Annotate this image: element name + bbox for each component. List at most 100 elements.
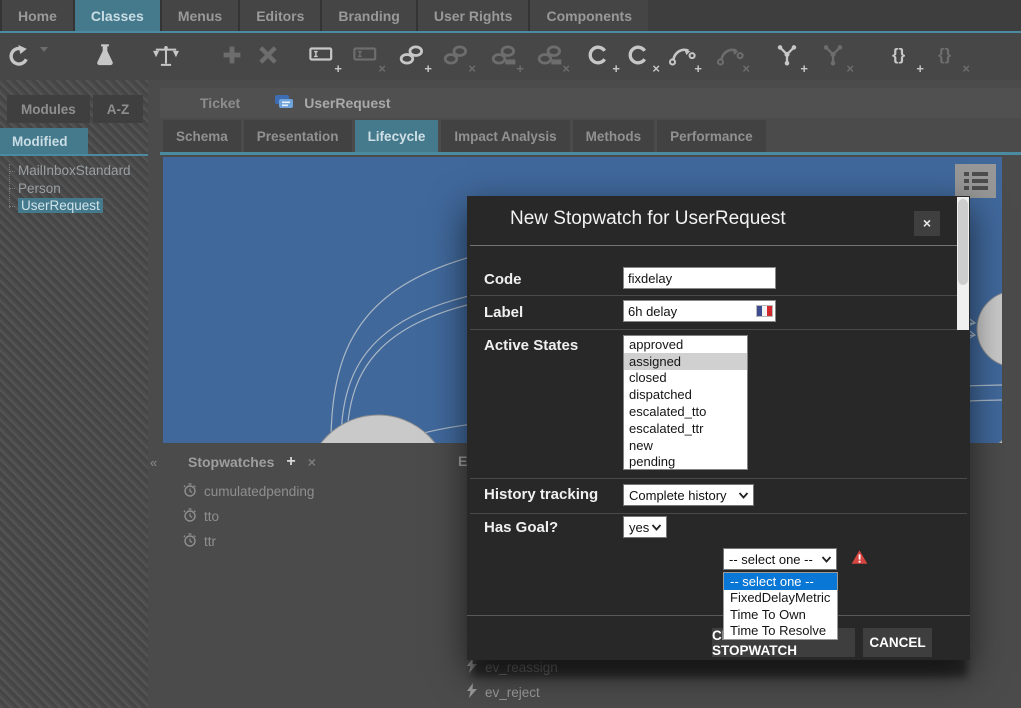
divider	[467, 615, 970, 616]
label-input[interactable]	[623, 300, 776, 322]
active-state-option[interactable]: closed	[624, 370, 747, 387]
goal-option[interactable]: Time To Own	[724, 606, 837, 623]
class-tree-item[interactable]: UserRequest	[8, 197, 148, 215]
close-dialog-button[interactable]: ×	[914, 211, 940, 236]
active-state-option[interactable]: escalated_ttr	[624, 420, 747, 437]
stopwatch-item[interactable]: cumulatedpending	[183, 483, 314, 500]
stopwatch-item[interactable]: ttr	[183, 533, 216, 550]
delete-state-button[interactable]: ×	[626, 41, 658, 73]
history-tracking-label: History tracking	[484, 486, 598, 503]
test-flask-button[interactable]	[92, 41, 124, 73]
sidebar-tab[interactable]: Modules	[7, 95, 90, 123]
application-window: HomeClassesMenusEditorsBrandingUser Righ…	[0, 0, 1021, 708]
class-tree-item[interactable]: MailInboxStandard	[8, 162, 148, 180]
add-node-button[interactable]: +	[774, 41, 806, 73]
goal-option[interactable]: -- select one --	[724, 573, 837, 590]
undo-button[interactable]	[6, 41, 38, 73]
add-transition-button[interactable]: +	[668, 41, 700, 73]
class-tab[interactable]: Presentation	[244, 120, 352, 152]
divider	[470, 478, 967, 479]
diagram-legend-button[interactable]	[955, 164, 996, 198]
breadcrumb-class-name: UserRequest	[304, 95, 390, 111]
chevron-down-icon	[738, 491, 749, 500]
active-state-option[interactable]: new	[624, 437, 747, 454]
cross-badge-icon: ×	[846, 62, 854, 75]
event-item[interactable]: ev_reject	[466, 683, 540, 701]
class-tab[interactable]: Impact Analysis	[441, 120, 569, 152]
add-link-button[interactable]: +	[398, 41, 430, 73]
cross-badge-icon: ×	[652, 62, 660, 75]
nav-tab[interactable]: Branding	[320, 0, 415, 31]
nav-tab[interactable]: Components	[528, 0, 648, 31]
active-state-option[interactable]: pending	[624, 454, 747, 470]
delete-node-button[interactable]: ×	[820, 41, 852, 73]
stopwatches-title: Stopwatches	[188, 454, 274, 470]
delete-link-button[interactable]: ×	[442, 41, 474, 73]
nav-tab[interactable]: Home	[0, 0, 73, 31]
nav-tab[interactable]: Menus	[160, 0, 238, 31]
add-state-button[interactable]: +	[586, 41, 618, 73]
has-goal-select[interactable]: yes	[623, 516, 667, 538]
class-tabs: SchemaPresentationLifecycleImpact Analys…	[163, 120, 766, 152]
delete-field-button[interactable]: ×	[352, 41, 384, 73]
cross-badge-icon: ×	[468, 62, 476, 75]
goal-option[interactable]: FixedDelayMetric	[724, 590, 837, 607]
delete-transition-button[interactable]: ×	[716, 41, 748, 73]
goal-dropdown-list: -- select one --FixedDelayMetricTime To …	[723, 572, 838, 640]
list-icon	[964, 186, 988, 190]
close-stopwatches-button[interactable]: ×	[308, 454, 316, 470]
breadcrumb-category: Ticket	[200, 95, 240, 111]
scrollbar-thumb[interactable]	[958, 199, 968, 285]
delete-class-button[interactable]	[256, 41, 288, 73]
listbox-scrollbar[interactable]	[957, 197, 969, 330]
goal-option[interactable]: Time To Resolve	[724, 623, 837, 640]
active-state-option[interactable]: assigned	[624, 353, 747, 370]
compare-scales-button[interactable]	[152, 41, 184, 73]
delete-linkset-button[interactable]: ×	[536, 41, 568, 73]
add-method-button[interactable]: {}+	[890, 41, 922, 73]
active-states-listbox[interactable]: approvedassignedcloseddispatchedescalate…	[623, 335, 748, 470]
active-state-option[interactable]: escalated_tto	[624, 403, 747, 420]
code-input[interactable]	[623, 267, 776, 289]
class-tab[interactable]: Performance	[657, 120, 766, 152]
delete-method-button[interactable]: {}×	[936, 41, 968, 73]
plus-badge-icon: +	[612, 62, 620, 75]
stopwatch-icon	[183, 533, 197, 550]
active-state-option[interactable]: approved	[624, 336, 747, 353]
plus-badge-icon: +	[516, 62, 524, 75]
add-linkset-button[interactable]: +	[490, 41, 522, 73]
breadcrumb: Ticket UserRequest	[160, 88, 1021, 118]
divider	[470, 295, 967, 296]
lightning-icon	[466, 683, 478, 701]
undo-menu-caret[interactable]	[38, 41, 70, 73]
language-flag-icon[interactable]	[756, 305, 773, 317]
class-tab[interactable]: Lifecycle	[355, 120, 439, 152]
label-label: Label	[484, 304, 523, 321]
add-field-button[interactable]: +	[308, 41, 340, 73]
plus-badge-icon: +	[424, 62, 432, 75]
class-tab[interactable]: Methods	[573, 120, 655, 152]
has-goal-label: Has Goal?	[484, 519, 558, 536]
chevron-down-icon	[821, 555, 832, 564]
cancel-button[interactable]: CANCEL	[863, 628, 932, 657]
plus-badge-icon: +	[334, 62, 342, 75]
goal-select[interactable]: -- select one --	[723, 548, 837, 570]
sidebar-tab[interactable]: A-Z	[93, 95, 144, 123]
plus-badge-icon: +	[916, 62, 924, 75]
class-tree-item[interactable]: Person	[8, 180, 148, 198]
active-state-option[interactable]: dispatched	[624, 386, 747, 403]
collapse-panel-button[interactable]: «	[150, 455, 157, 470]
stopwatch-item[interactable]: tto	[183, 508, 219, 525]
add-class-button[interactable]	[220, 41, 252, 73]
events-header: E	[458, 453, 467, 469]
dialog-title: New Stopwatch for UserRequest	[510, 208, 786, 230]
warning-icon	[851, 549, 868, 570]
cross-badge-icon: ×	[962, 62, 970, 75]
nav-tab[interactable]: User Rights	[416, 0, 529, 31]
class-tab[interactable]: Schema	[163, 120, 241, 152]
sidebar-filter-tab-modified[interactable]: Modified	[0, 128, 88, 154]
history-tracking-select[interactable]: Complete history	[623, 484, 754, 506]
nav-tab[interactable]: Classes	[73, 0, 160, 31]
add-stopwatch-button[interactable]: +	[286, 453, 295, 471]
nav-tab[interactable]: Editors	[238, 0, 320, 31]
